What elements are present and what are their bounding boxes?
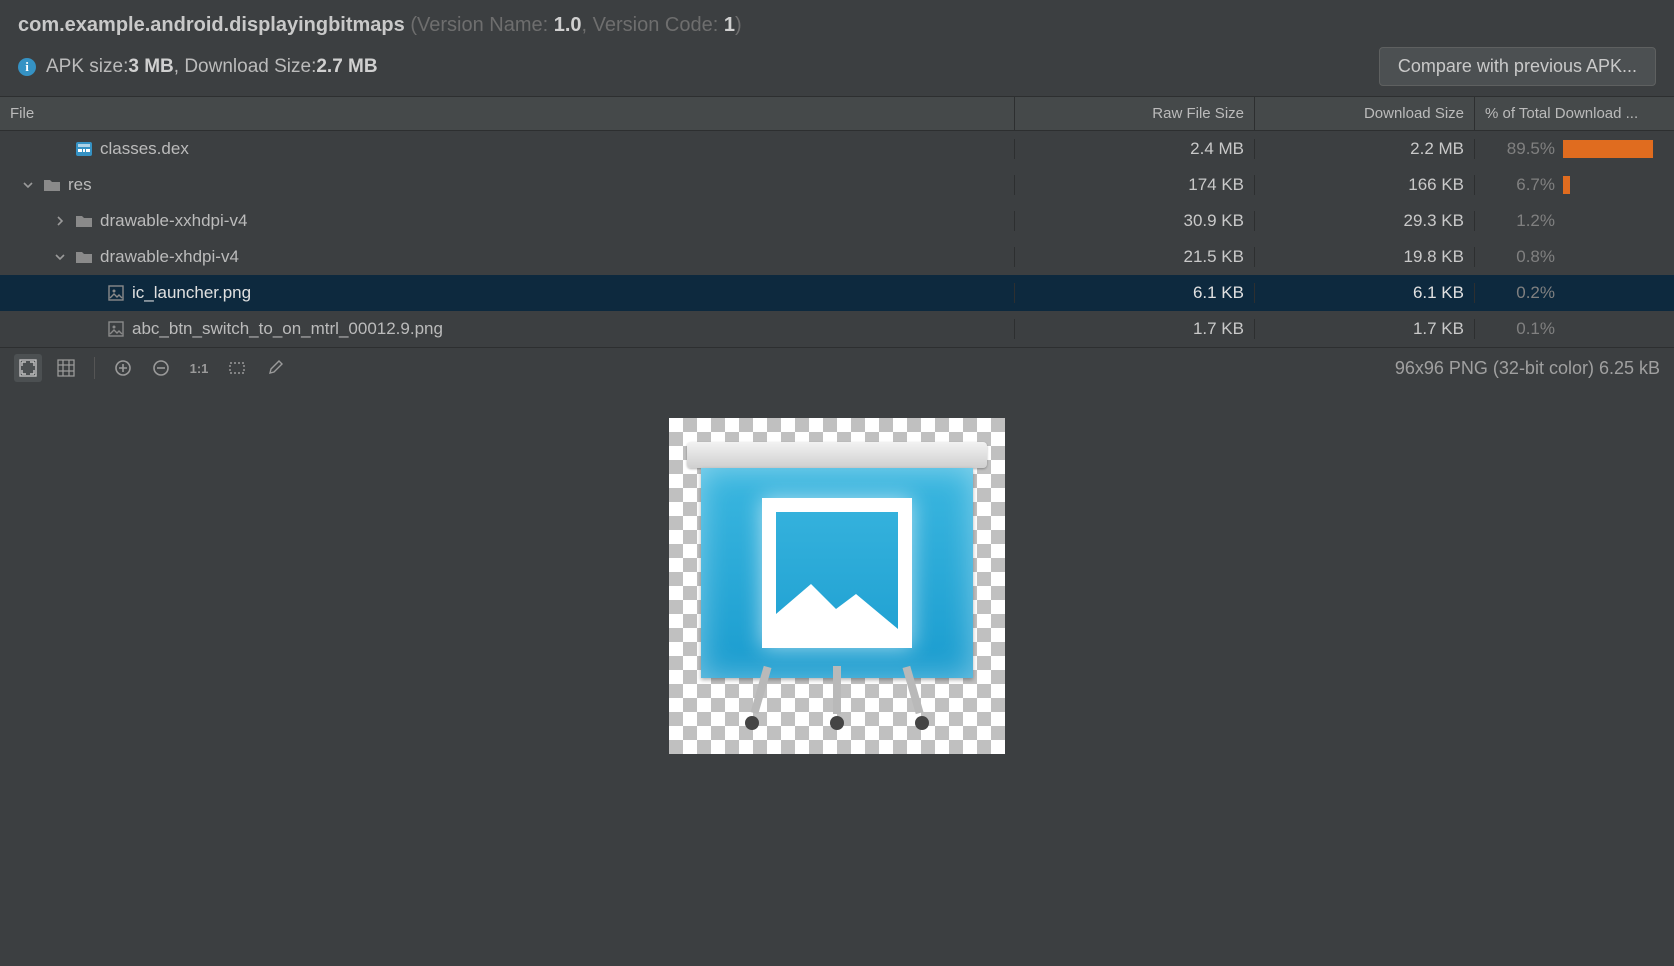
file-name: classes.dex <box>100 139 189 159</box>
dex-icon <box>74 139 94 159</box>
folder-icon <box>74 247 94 267</box>
download-size: 29.3 KB <box>1254 211 1474 231</box>
color-picker-button[interactable] <box>261 354 289 382</box>
file-name: drawable-xhdpi-v4 <box>100 247 239 267</box>
pct-text: 6.7% <box>1485 175 1555 195</box>
pct-bar <box>1563 284 1664 302</box>
preview-toolbar: 1:1 96x96 PNG (32-bit color) 6.25 kB <box>0 347 1674 388</box>
pct-text: 0.1% <box>1485 319 1555 339</box>
download-size: 6.1 KB <box>1254 283 1474 303</box>
compare-previous-apk-button[interactable]: Compare with previous APK... <box>1379 47 1656 86</box>
bounds-toggle-button[interactable] <box>223 354 251 382</box>
zoom-out-button[interactable] <box>147 354 175 382</box>
actual-size-button[interactable]: 1:1 <box>185 354 213 382</box>
col-header-pct[interactable]: % of Total Download ... <box>1474 97 1674 130</box>
folder-icon <box>42 175 62 195</box>
raw-size: 6.1 KB <box>1014 283 1254 303</box>
info-icon: i <box>18 58 36 76</box>
pct-bar <box>1563 176 1664 194</box>
image-preview[interactable] <box>669 418 1005 754</box>
expand-chevron-icon[interactable] <box>20 179 36 191</box>
version-name-label: (Version Name: <box>410 14 553 36</box>
raw-size: 21.5 KB <box>1014 247 1254 267</box>
launcher-icon-graphic <box>687 436 987 736</box>
file-table: File Raw File Size Download Size % of To… <box>0 96 1674 347</box>
dl-size-label: , Download Size: <box>174 56 317 78</box>
table-body: classes.dex 2.4 MB2.2 MB 89.5% res 174 KB166… <box>0 131 1674 347</box>
toolbar-separator <box>94 357 95 379</box>
table-row[interactable]: res 174 KB166 KB 6.7% <box>0 167 1674 203</box>
col-header-raw[interactable]: Raw File Size <box>1014 97 1254 130</box>
col-header-file[interactable]: File <box>0 97 1014 130</box>
file-name: res <box>68 175 92 195</box>
raw-size: 1.7 KB <box>1014 319 1254 339</box>
download-size: 19.8 KB <box>1254 247 1474 267</box>
download-size: 166 KB <box>1254 175 1474 195</box>
pct-text: 0.2% <box>1485 283 1555 303</box>
table-row[interactable]: drawable-xxhdpi-v4 30.9 KB29.3 KB 1.2% <box>0 203 1674 239</box>
dl-size: 2.7 MB <box>316 56 377 78</box>
pct-bar <box>1563 248 1664 266</box>
pct-bar <box>1563 212 1664 230</box>
table-row[interactable]: drawable-xhdpi-v4 21.5 KB19.8 KB 0.8% <box>0 239 1674 275</box>
table-row[interactable]: classes.dex 2.4 MB2.2 MB 89.5% <box>0 131 1674 167</box>
apk-size-label: APK size: <box>46 56 128 78</box>
pct-bar <box>1563 320 1664 338</box>
download-size: 2.2 MB <box>1254 139 1474 159</box>
version-name: 1.0 <box>554 14 582 36</box>
file-name: abc_btn_switch_to_on_mtrl_00012.9.png <box>132 319 443 339</box>
file-name: ic_launcher.png <box>132 283 251 303</box>
pct-text: 1.2% <box>1485 211 1555 231</box>
grid-toggle-button[interactable] <box>52 354 80 382</box>
zoom-in-button[interactable] <box>109 354 137 382</box>
img-icon <box>106 319 126 339</box>
pct-text: 89.5% <box>1485 139 1555 159</box>
raw-size: 174 KB <box>1014 175 1254 195</box>
pct-text: 0.8% <box>1485 247 1555 267</box>
table-header: File Raw File Size Download Size % of To… <box>0 97 1674 131</box>
close-paren: ) <box>735 14 742 36</box>
raw-size: 30.9 KB <box>1014 211 1254 231</box>
preview-area <box>0 388 1674 966</box>
expand-chevron-icon[interactable] <box>52 251 68 263</box>
preview-info-text: 96x96 PNG (32-bit color) 6.25 kB <box>1395 358 1660 379</box>
fit-to-window-button[interactable] <box>14 354 42 382</box>
pct-bar <box>1563 140 1664 158</box>
table-row[interactable]: abc_btn_switch_to_on_mtrl_00012.9.png 1.7… <box>0 311 1674 347</box>
package-name: com.example.android.displayingbitmaps <box>18 14 405 36</box>
apk-title-line: com.example.android.displayingbitmaps (V… <box>18 14 1656 37</box>
version-code-label: , Version Code: <box>582 14 724 36</box>
file-name: drawable-xxhdpi-v4 <box>100 211 247 231</box>
img-icon <box>106 283 126 303</box>
table-row[interactable]: ic_launcher.png 6.1 KB6.1 KB 0.2% <box>0 275 1674 311</box>
download-size: 1.7 KB <box>1254 319 1474 339</box>
apk-size-line: i APK size: 3 MB , Download Size: 2.7 MB <box>18 56 378 78</box>
expand-chevron-icon[interactable] <box>52 215 68 227</box>
apk-header: com.example.android.displayingbitmaps (V… <box>0 0 1674 96</box>
col-header-dl[interactable]: Download Size <box>1254 97 1474 130</box>
raw-size: 2.4 MB <box>1014 139 1254 159</box>
apk-size: 3 MB <box>128 56 173 78</box>
version-code: 1 <box>724 14 735 36</box>
folder-icon <box>74 211 94 231</box>
